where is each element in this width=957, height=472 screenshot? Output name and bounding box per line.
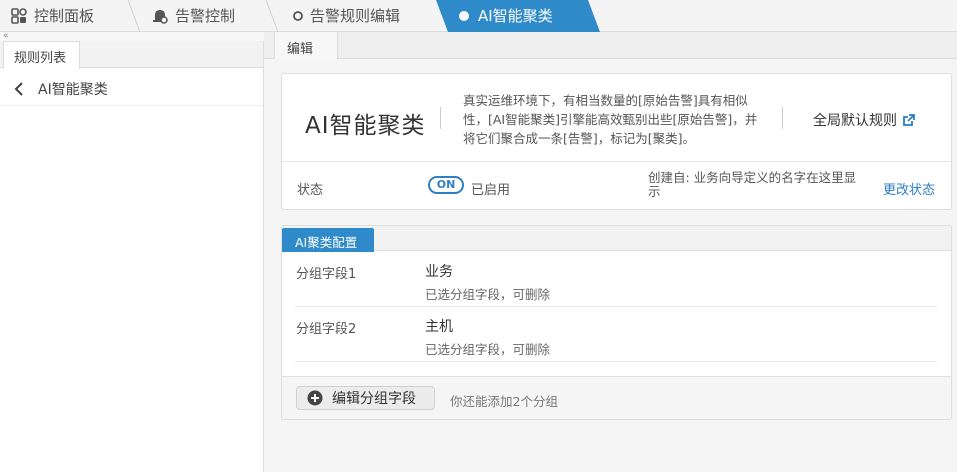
edit-group-fields-label: 编辑分组字段 <box>332 391 416 407</box>
group-field-row: 分组字段2 主机 已选分组字段，可删除 <box>295 307 937 362</box>
tab-alarm-rule-edit[interactable]: 告警规则编辑 <box>292 0 400 31</box>
config-footer: 编辑分组字段 你还能添加2个分组 <box>282 376 951 419</box>
rule-list-item-label: AI智能聚类 <box>38 81 108 98</box>
status-value: 已启用 <box>471 183 511 198</box>
group-field-value[interactable]: 主机 <box>425 316 453 336</box>
group-field-hint: 已选分组字段，可删除 <box>425 287 551 302</box>
tab-edit[interactable]: 编辑 <box>274 32 338 59</box>
circle-filled-icon <box>458 8 470 24</box>
edit-group-fields-button[interactable]: 编辑分组字段 <box>296 386 435 410</box>
status-label: 状态 <box>297 183 324 198</box>
alarm-settings-icon <box>152 8 168 24</box>
tab-ai-clustering[interactable]: AI智能聚类 <box>458 0 553 31</box>
group-field-value[interactable]: 业务 <box>425 261 453 281</box>
rule-summary-card: AI智能聚类 真实运维环境下，有相当数量的[原始告警]具有相似性，[AI智能聚类… <box>281 73 952 210</box>
top-tab-bar: 控制面板 告警控制 告警规则编辑 AI智能聚类 <box>0 0 957 32</box>
left-tab-bar: 规则列表 <box>0 41 263 69</box>
config-tab-bar: AI聚类配置 <box>282 226 951 252</box>
tab-dashboard-label: 控制面板 <box>34 7 95 25</box>
rule-description: 真实运维环境下，有相当数量的[原始告警]具有相似性，[AI智能聚类]引擎能高效甄… <box>463 93 758 146</box>
tab-alarm-rule-edit-label: 告警规则编辑 <box>310 7 401 25</box>
group-field-name: 分组字段2 <box>296 322 357 337</box>
tab-separator <box>128 0 140 32</box>
right-tab-bar: 编辑 <box>264 32 957 59</box>
global-default-rule-link[interactable]: 全局默认规则 <box>813 110 915 130</box>
add-circle-icon <box>307 390 323 406</box>
change-status-link[interactable]: 更改状态 <box>883 179 935 198</box>
divider <box>782 107 783 129</box>
collapse-panel-button[interactable]: « <box>0 32 264 41</box>
ai-cluster-config-card: AI聚类配置 分组字段1 业务 已选分组字段，可删除 分组字段2 主机 已选分组… <box>281 225 952 420</box>
rule-summary-header: AI智能聚类 真实运维环境下，有相当数量的[原始告警]具有相似性，[AI智能聚类… <box>282 74 951 162</box>
rule-title: AI智能聚类 <box>305 113 426 139</box>
group-field-row: 分组字段1 业务 已选分组字段，可删除 <box>295 252 937 307</box>
divider <box>440 107 441 129</box>
tab-alarm-control[interactable]: 告警控制 <box>152 0 235 31</box>
tab-ai-cluster-config[interactable]: AI聚类配置 <box>282 228 374 252</box>
tab-rule-list[interactable]: 规则列表 <box>3 41 80 69</box>
remaining-groups-hint: 你还能添加2个分组 <box>450 394 558 409</box>
tab-ai-clustering-label: AI智能聚类 <box>478 7 553 25</box>
created-by-text: 创建自: 业务向导定义的名字在这里显示 <box>648 170 857 199</box>
tab-separator <box>266 0 278 32</box>
global-default-rule-label: 全局默认规则 <box>813 113 897 129</box>
status-toggle[interactable]: ON <box>428 176 464 194</box>
external-link-icon <box>902 113 915 127</box>
rule-list-item[interactable]: AI智能聚类 <box>0 72 263 106</box>
group-field-name: 分组字段1 <box>296 267 357 282</box>
dashboard-icon <box>11 7 27 24</box>
rule-list-panel: 规则列表 AI智能聚类 <box>0 32 264 472</box>
group-field-hint: 已选分组字段，可删除 <box>425 342 551 357</box>
edit-panel: 编辑 AI智能聚类 真实运维环境下，有相当数量的[原始告警]具有相似性，[AI智… <box>264 32 957 472</box>
tab-dashboard[interactable]: 控制面板 <box>11 0 94 31</box>
circle-outline-icon <box>292 8 304 24</box>
chevron-left-icon <box>14 81 26 96</box>
tab-alarm-control-label: 告警控制 <box>175 7 236 25</box>
